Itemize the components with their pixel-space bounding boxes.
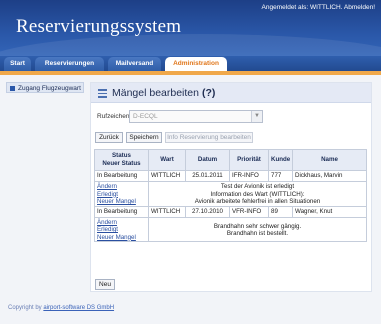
table-row-details: Ändern Erledigt Neuer Mangel Test der Av… [94, 181, 367, 207]
save-button[interactable]: Speichern [126, 132, 162, 143]
sidebar-item-zugang-flugzeugwart[interactable]: Zugang Flugzeugwart [6, 82, 84, 93]
help-link[interactable]: (?) [202, 87, 215, 99]
copyright-link[interactable]: airport-software DS GmbH [43, 305, 114, 311]
col-status: Status Neuer Status [94, 149, 149, 171]
cell-kunde: 89 [268, 205, 293, 218]
cell-datum: 27.10.2010 [185, 205, 230, 218]
col-kunde: Kunde [268, 149, 293, 171]
cell-prioritaet: IFR-INFO [229, 170, 269, 182]
tab-reservierungen[interactable]: Reservierungen [35, 57, 104, 71]
callsign-field-row: Rufzeichen D-ECQL ▼ [97, 110, 267, 124]
cell-name: Dickhaus, Marvin [292, 170, 367, 182]
remark-line: Brandhahn sehr schwer gängig. [213, 222, 302, 230]
col-wart: Wart [148, 149, 186, 171]
table-row-details: Ändern Erledigt Neuer Mangel Brandhahn s… [94, 216, 367, 242]
copyright-text: Copyright by [8, 305, 44, 311]
cell-kunde: 777 [268, 170, 293, 182]
col-name: Name [292, 149, 367, 171]
main-panel: Mängel bearbeiten (?) Rufzeichen D-ECQL … [90, 82, 372, 292]
table-row: In Bearbeitung WITTLICH 25.01.2011 IFR-I… [94, 170, 367, 182]
defects-table: Status Neuer Status Wart Datum Priorität… [94, 149, 367, 242]
nav-accent-strip [0, 71, 381, 75]
row-actions: Ändern Erledigt Neuer Mangel [94, 216, 149, 242]
page-title-bar: Mängel bearbeiten (?) [91, 83, 371, 103]
cell-status: In Bearbeitung [94, 205, 149, 218]
page-title: Mängel bearbeiten [112, 87, 199, 99]
table-row: In Bearbeitung WITTLICH 27.10.2010 VFR-I… [94, 205, 367, 218]
table-header-row: Status Neuer Status Wart Datum Priorität… [94, 149, 367, 171]
cell-datum: 25.01.2011 [185, 170, 230, 182]
cell-name: Wagner, Knut [292, 205, 367, 218]
remarks-cell: Brandhahn sehr schwer gängig. Brandhahn … [148, 216, 367, 242]
remark-line: Avionik arbeitete fehlerfrei in allen Si… [194, 198, 321, 205]
done-link[interactable]: Erledigt [97, 226, 146, 234]
edit-link[interactable]: Ändern [97, 219, 146, 227]
main-nav: Start Reservierungen Mailversand Adminis… [0, 56, 381, 71]
edit-reservation-info-button[interactable]: Info Reservierung bearbeiten [165, 132, 253, 143]
edit-link[interactable]: Ändern [97, 183, 146, 191]
app-title: Reservierungssystem [16, 16, 182, 37]
login-info: Angemeldet als: WITTLICH. Abmelden! [262, 4, 375, 11]
menu-icon [98, 89, 107, 98]
cell-wart: WITTLICH [148, 170, 186, 182]
remark-line: Information des Wart (WITTLICH): [210, 190, 305, 198]
callsign-value: D-ECQL [133, 113, 158, 120]
cell-status: In Bearbeitung [94, 170, 149, 182]
app-header: Reservierungssystem Angemeldet als: WITT… [0, 0, 381, 56]
chevron-down-icon: ▼ [251, 111, 262, 122]
remark-line: Test der Avionik ist erledigt [220, 183, 295, 190]
sidebar-item-label: Zugang Flugzeugwart [18, 85, 81, 92]
remark-line: Brandhahn ist bestellt. [226, 230, 289, 237]
col-prioritaet: Priorität [229, 149, 269, 171]
new-button[interactable]: Neu [95, 279, 115, 290]
cell-wart: WITTLICH [148, 205, 186, 218]
tab-administration[interactable]: Administration [165, 57, 227, 71]
logout-link[interactable]: Abmelden! [344, 4, 375, 11]
tab-start[interactable]: Start [4, 57, 31, 71]
col-datum: Datum [185, 149, 230, 171]
done-link[interactable]: Erledigt [97, 191, 146, 199]
cell-prioritaet: VFR-INFO [229, 205, 269, 218]
back-button[interactable]: Zurück [95, 132, 123, 143]
bullet-icon [10, 85, 15, 91]
callsign-select[interactable]: D-ECQL ▼ [129, 110, 263, 123]
col-status-label: Status [112, 152, 131, 159]
footer: Copyright by airport-software DS GmbH [8, 305, 114, 311]
row-actions: Ändern Erledigt Neuer Mangel [94, 181, 149, 207]
new-defect-link[interactable]: Neuer Mangel [97, 198, 146, 205]
login-status: Angemeldet als: WITTLICH. [261, 4, 343, 11]
tab-mailversand[interactable]: Mailversand [108, 57, 161, 71]
new-defect-link[interactable]: Neuer Mangel [97, 234, 146, 241]
col-new-status-label: Neuer Status [102, 160, 141, 167]
remarks-cell: Test der Avionik ist erledigt Informatio… [148, 181, 367, 207]
callsign-label: Rufzeichen [97, 113, 130, 120]
sidebar: Zugang Flugzeugwart [6, 82, 84, 282]
